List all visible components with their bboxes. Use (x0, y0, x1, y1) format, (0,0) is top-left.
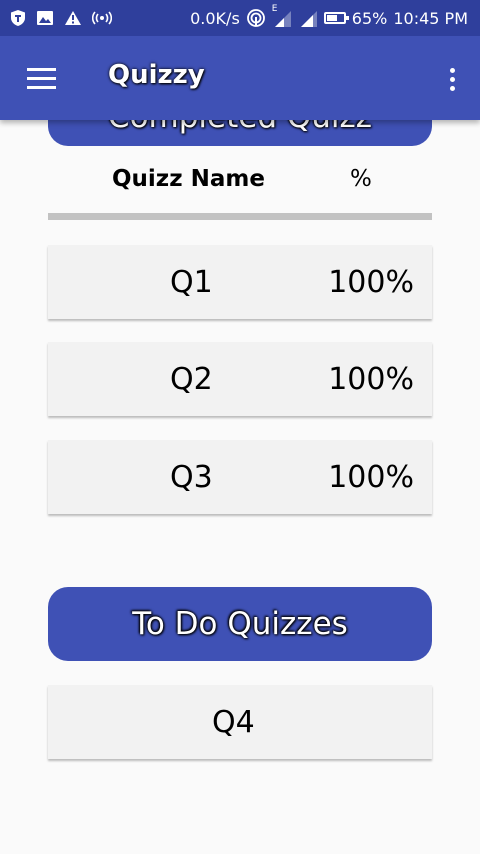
quiz-score: 100% (328, 265, 414, 300)
quiz-name: Q1 (170, 265, 213, 300)
nfc-icon (246, 9, 265, 27)
status-left-icons (10, 8, 112, 28)
clock: 10:45 PM (393, 8, 468, 28)
completed-quiz-row[interactable]: Q2 100% (48, 342, 432, 416)
status-bar: 0.0K/s E 65% 10:45 PM (0, 0, 480, 36)
todo-header-label: To Do Quizzes (132, 606, 348, 642)
completed-quiz-row[interactable]: Q1 100% (48, 245, 432, 319)
signal-icon (300, 11, 317, 27)
battery-percent: 65% (351, 8, 388, 28)
shield-icon (11, 10, 25, 26)
header-divider (48, 213, 432, 220)
column-header-quiz-name: Quizz Name (112, 166, 265, 192)
battery-fill (326, 15, 338, 21)
completed-quiz-row[interactable]: Q3 100% (48, 440, 432, 514)
more-vert-icon[interactable] (442, 64, 462, 94)
warning-icon (65, 11, 81, 25)
battery-icon (323, 12, 349, 24)
signal-1: E (272, 4, 292, 28)
column-header-percent: % (350, 166, 372, 192)
quiz-name: Q2 (170, 362, 213, 397)
network-speed: 0.0K/s (190, 8, 240, 28)
quiz-score: 100% (328, 362, 414, 397)
status-right-icons: 0.0K/s E 65% 10:45 PM (190, 4, 468, 30)
hotspot-icon (92, 11, 112, 25)
image-icon (37, 11, 53, 25)
todo-quizzes-header: To Do Quizzes (48, 587, 432, 661)
todo-quiz-row[interactable]: Q4 (48, 685, 432, 759)
hamburger-menu-icon[interactable] (20, 62, 60, 94)
signal-icon (274, 11, 291, 27)
app-title: Quizzy (108, 60, 205, 90)
quiz-name: Q3 (170, 460, 213, 495)
table-header: Quizz Name % (48, 160, 432, 204)
quiz-name: Q4 (212, 705, 255, 740)
quiz-score: 100% (328, 460, 414, 495)
app-bar: Quizzy (0, 36, 480, 120)
